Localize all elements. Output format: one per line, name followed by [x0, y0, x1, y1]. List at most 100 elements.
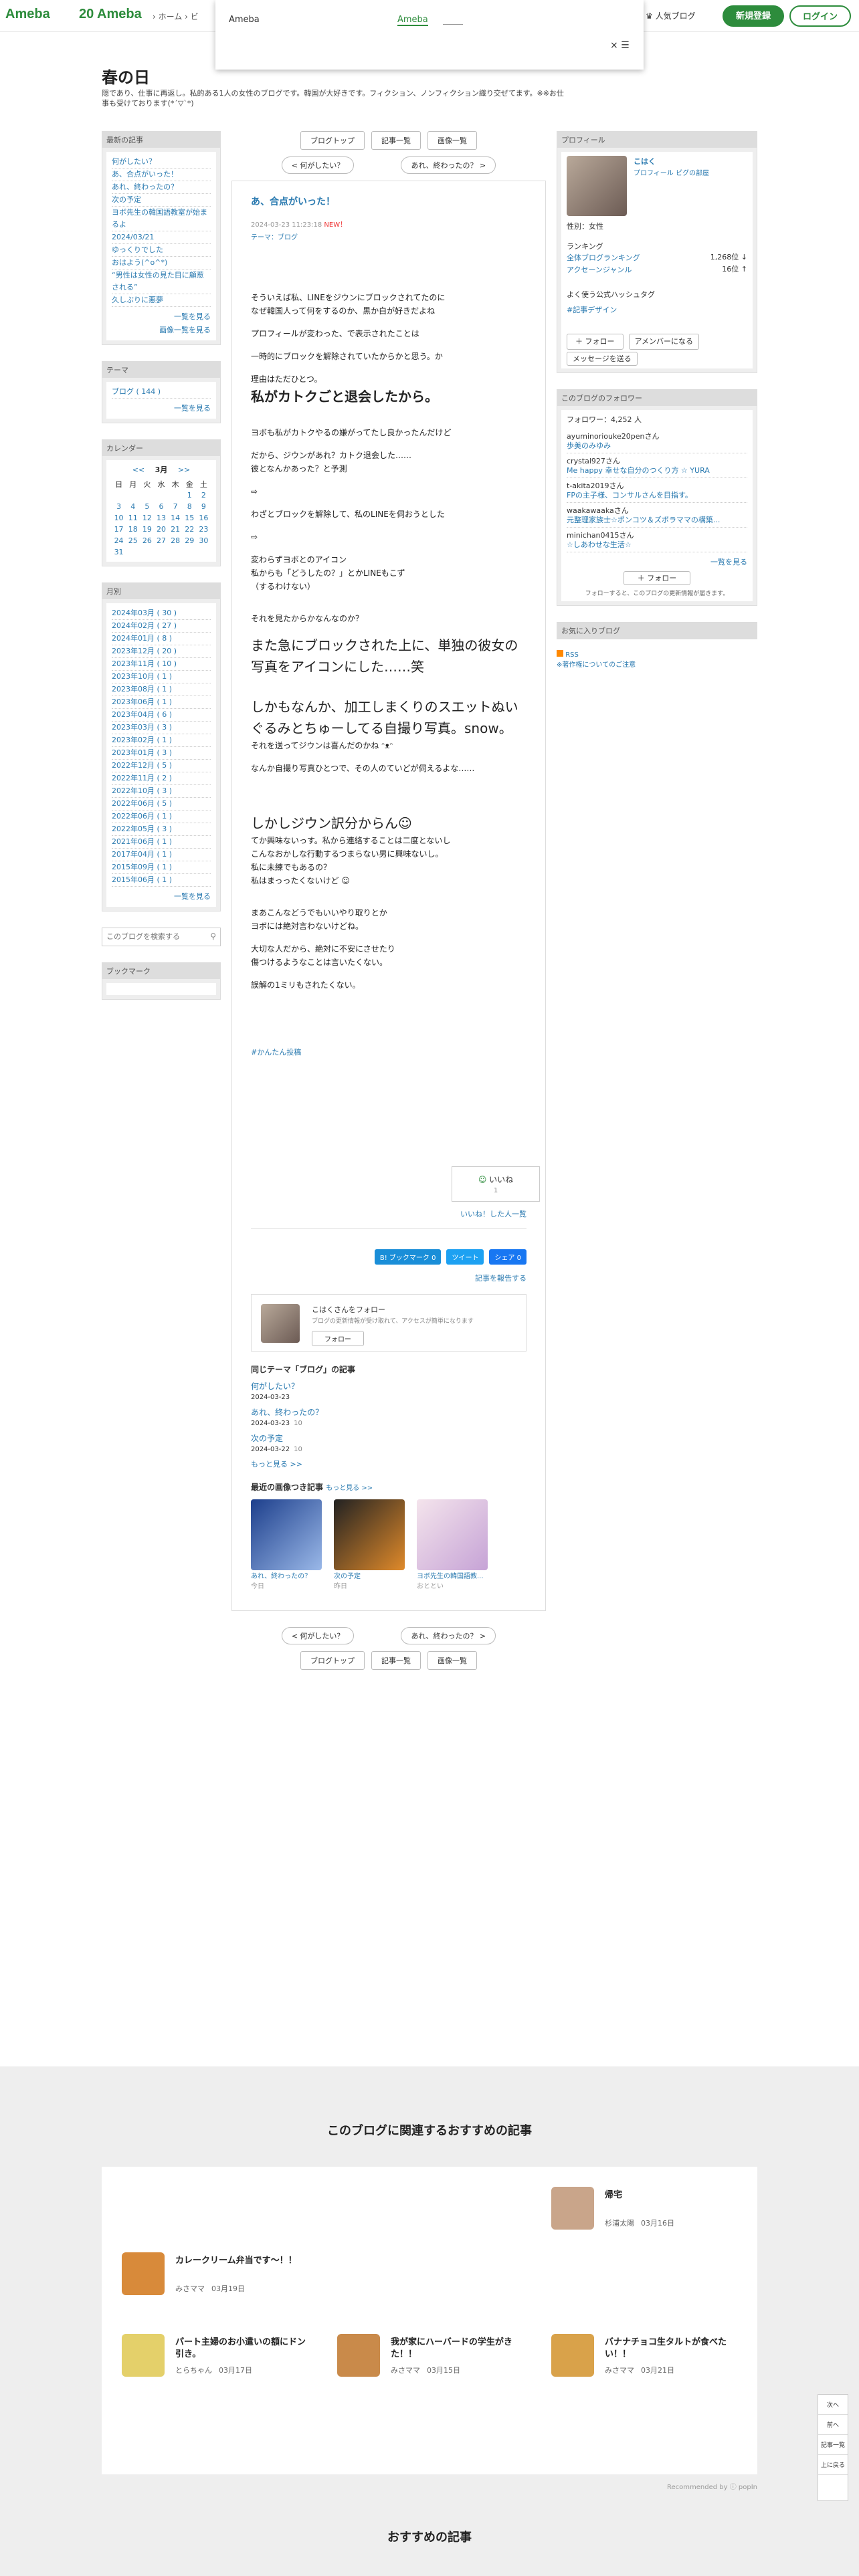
entry-theme-link[interactable]: テーマ：ブログ	[251, 234, 298, 241]
month-archive-link[interactable]: 2021年06月 ( 1 )	[112, 836, 211, 849]
profile-avatar[interactable]	[567, 156, 627, 216]
thumb-title[interactable]: 次の予定	[334, 1570, 405, 1580]
recent-entry-link[interactable]: あ、合点がいった！	[112, 169, 211, 181]
calendar-day[interactable]: 20	[154, 524, 168, 535]
theme-link[interactable]: ブログ ( 144 )	[112, 386, 211, 399]
follower-blog[interactable]: 元整理家族士☆ポンコツ＆ズボラママの構築...	[567, 516, 747, 525]
calendar-day[interactable]: 21	[169, 524, 183, 535]
floating-nav-0[interactable]: 次へ	[818, 2395, 848, 2415]
thumb-title[interactable]: あれ、終わったの？	[251, 1570, 322, 1580]
calendar-day[interactable]: 30	[197, 535, 211, 546]
like-button[interactable]: ☺ いいね 1	[452, 1166, 540, 1202]
recommended-image[interactable]	[337, 2334, 380, 2377]
copyright-link[interactable]: ※著作権についてのご注意	[557, 661, 636, 669]
month-archive-link[interactable]: 2023年11月 ( 10 )	[112, 658, 211, 671]
follower-name[interactable]: crystal927さん	[567, 455, 747, 466]
recommended-title[interactable]: 帰宅	[605, 2189, 622, 2202]
same-theme-link[interactable]: あれ、終わったの？	[251, 1406, 527, 1418]
followers-more[interactable]: 一覧を見る	[567, 556, 747, 568]
calendar-day[interactable]: 5	[140, 501, 154, 512]
month-more-link[interactable]: 一覧を見る	[112, 891, 211, 903]
facebook-share-button[interactable]: シェア 0	[489, 1249, 527, 1265]
recommended-title[interactable]: パート主婦のお小遣いの額にドン引き。	[175, 2337, 309, 2361]
entry-title[interactable]: あ、合点がいった！	[251, 195, 527, 208]
month-archive-link[interactable]: 2023年12月 ( 20 )	[112, 645, 211, 658]
next-entry-button[interactable]: あれ、終わったの？ >	[401, 156, 496, 174]
calendar-day[interactable]: 31	[112, 546, 126, 558]
profile-links[interactable]: プロフィール ピグの部屋	[634, 168, 709, 180]
recent-entry-link[interactable]: あれ、終わったの？	[112, 181, 211, 194]
calendar-day[interactable]: 4	[126, 501, 140, 512]
calendar-day[interactable]: 8	[183, 501, 197, 512]
month-archive-link[interactable]: 2023年02月 ( 1 )	[112, 734, 211, 747]
tab-2[interactable]: 画像一覧	[427, 131, 477, 150]
month-archive-link[interactable]: 2023年08月 ( 1 )	[112, 683, 211, 696]
ranking-genre-link[interactable]: アクセーンジャンル	[567, 264, 632, 276]
like-list-link[interactable]: いいね！した人一覧	[460, 1210, 527, 1218]
recommended-item[interactable]: 我が家にハーバードの学生がきた！！ みさママ 03月15日	[337, 2334, 524, 2381]
calendar-day[interactable]: 26	[140, 535, 154, 546]
month-archive-link[interactable]: 2023年03月 ( 3 )	[112, 722, 211, 734]
recent-entry-link[interactable]: 次の予定	[112, 194, 211, 207]
next-entry-button-bottom[interactable]: あれ、終わったの？ >	[401, 1627, 496, 1644]
calendar-day[interactable]: 2	[197, 490, 211, 501]
register-button[interactable]: 新規登録	[723, 5, 784, 27]
calendar-day[interactable]: 24	[112, 535, 126, 546]
more-link[interactable]: もっと見る >>	[251, 1460, 302, 1469]
month-archive-link[interactable]: 2023年06月 ( 1 )	[112, 696, 211, 709]
recommended-item[interactable]: パート主婦のお小遣いの額にドン引き。 とらちゃん 03月17日	[122, 2334, 309, 2381]
follower-blog[interactable]: FPの主子様、コンサルさんを目指す。	[567, 491, 747, 500]
month-archive-link[interactable]: 2024年01月 ( 8 )	[112, 633, 211, 645]
follow-button[interactable]: ＋ フォロー	[567, 334, 624, 350]
prev-entry-button-bottom[interactable]: < 何がしたい？	[281, 1627, 355, 1644]
follower-blog[interactable]: Me happy 幸せな自分のつくり方 ☆ YURA	[567, 466, 747, 475]
ranking-overall-link[interactable]: 全体ブログランキング	[567, 252, 640, 264]
prev-entry-button[interactable]: < 何がしたい？	[281, 156, 355, 174]
recent-more-link[interactable]: 一覧を見る	[112, 311, 211, 323]
amember-button[interactable]: アメンバーになる	[628, 334, 699, 350]
floating-nav-1[interactable]: 前へ	[818, 2415, 848, 2435]
login-button[interactable]: ログイン	[789, 5, 851, 27]
month-archive-link[interactable]: 2015年09月 ( 1 )	[112, 861, 211, 874]
tab-0[interactable]: ブログトップ	[300, 131, 365, 150]
month-archive-link[interactable]: 2022年11月 ( 2 )	[112, 772, 211, 785]
close-icon[interactable]: × ☰	[610, 40, 630, 51]
tab-1[interactable]: 記事一覧	[371, 1651, 421, 1670]
report-link[interactable]: 記事を報告する	[475, 1274, 527, 1283]
month-archive-link[interactable]: 2022年12月 ( 5 )	[112, 760, 211, 772]
calendar-day[interactable]: 13	[154, 512, 168, 524]
follow-card-button[interactable]: フォロー	[312, 1331, 364, 1346]
recent-entry-link[interactable]: 2024/03/21	[112, 231, 211, 244]
calendar-day[interactable]: 23	[197, 524, 211, 535]
thumb-title[interactable]: ヨボ先生の韓国語教...	[417, 1570, 488, 1580]
calendar-day[interactable]: 14	[169, 512, 183, 524]
thumb-image[interactable]	[334, 1499, 405, 1570]
month-archive-link[interactable]: 2015年06月 ( 1 )	[112, 874, 211, 887]
calendar-day[interactable]: 1	[183, 490, 197, 501]
overlay-link[interactable]: Ameba	[397, 15, 428, 26]
calendar-day[interactable]: 7	[169, 501, 183, 512]
calendar-day[interactable]: 16	[197, 512, 211, 524]
recommended-title[interactable]: カレークリーム弁当です〜！！	[175, 2255, 297, 2267]
recommended-item[interactable]: 帰宅 杉浦太陽 03月16日	[551, 2187, 739, 2234]
calendar-day[interactable]: 18	[126, 524, 140, 535]
recent-entry-link[interactable]: 久しぶりに悪夢	[112, 294, 211, 307]
follow-button-2[interactable]: ＋ フォロー	[623, 571, 691, 585]
calendar-day[interactable]: 28	[169, 535, 183, 546]
month-archive-link[interactable]: 2024年02月 ( 27 )	[112, 620, 211, 633]
month-archive-link[interactable]: 2017年04月 ( 1 )	[112, 849, 211, 861]
calendar-day[interactable]: 27	[154, 535, 168, 546]
image-thumb[interactable]: 次の予定 昨日	[334, 1499, 405, 1590]
ameba-logo[interactable]: Ameba	[5, 7, 50, 22]
follower-blog[interactable]: 歩美のみゆみ	[567, 441, 747, 451]
recommended-image[interactable]	[551, 2334, 594, 2377]
same-theme-link[interactable]: 何がしたい？	[251, 1380, 527, 1392]
ameba-20th-logo[interactable]: 20 Ameba	[79, 7, 142, 22]
follower-name[interactable]: t-akita2019さん	[567, 480, 747, 491]
calendar-day[interactable]: 11	[126, 512, 140, 524]
calendar-day[interactable]: 12	[140, 512, 154, 524]
image-entries-more[interactable]: もっと見る >>	[326, 1485, 373, 1492]
profile-name[interactable]: こはく	[634, 156, 709, 168]
tab-1[interactable]: 記事一覧	[371, 131, 421, 150]
recent-entry-link[interactable]: ヨボ先生の韓国語教室が始まるよ	[112, 207, 211, 231]
